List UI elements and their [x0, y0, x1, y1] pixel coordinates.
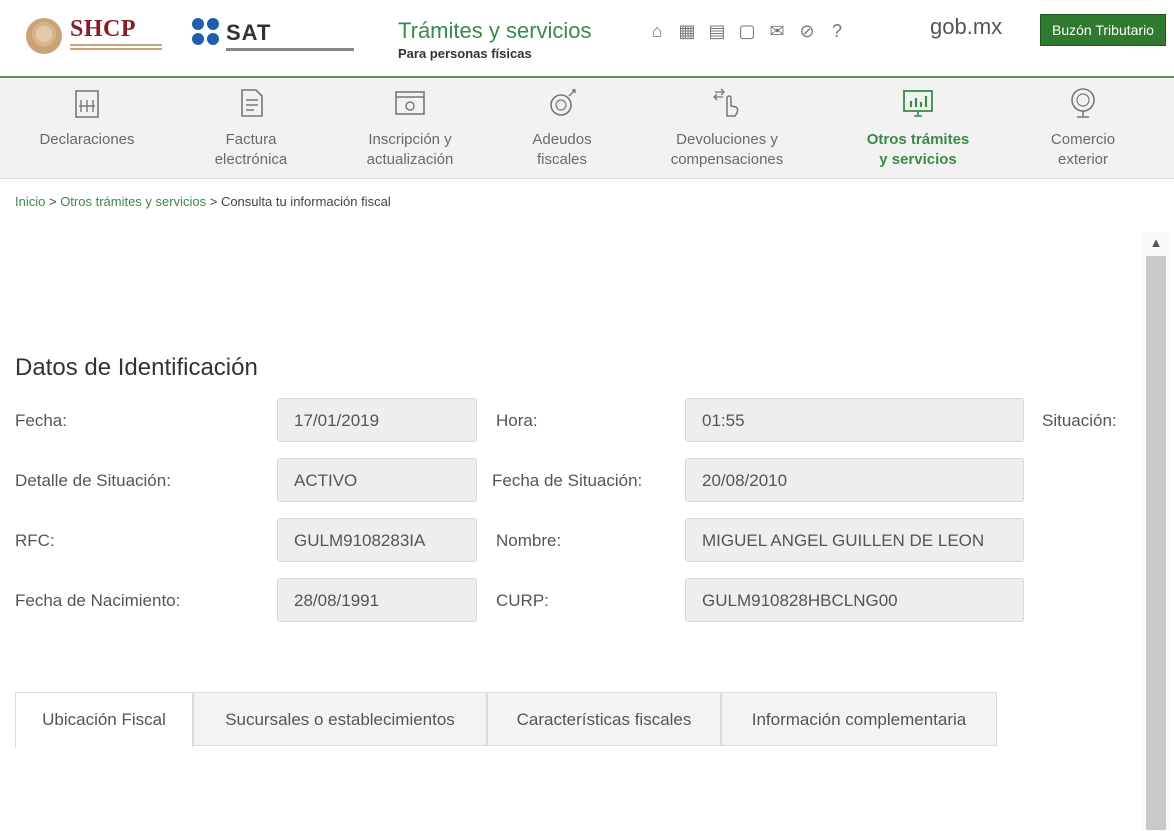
- sat-logo-subtitle: [226, 48, 354, 51]
- rfc-field[interactable]: GULM9108283IA: [277, 518, 477, 562]
- sat-dots-icon: [192, 18, 222, 48]
- fecha-situacion-field[interactable]: 20/08/2010: [685, 458, 1024, 502]
- hora-field[interactable]: 01:55: [685, 398, 1024, 442]
- detalle-situacion-label: Detalle de Situación:: [15, 471, 171, 490]
- shcp-seal-icon: [26, 18, 62, 54]
- sat-logo[interactable]: SAT: [192, 18, 372, 58]
- fecha-field[interactable]: 17/01/2019: [277, 398, 477, 442]
- otros-tramites-icon: [903, 90, 933, 117]
- shcp-logo[interactable]: SHCP: [26, 14, 166, 64]
- nombre-label: Nombre:: [496, 531, 562, 550]
- nav-label-adeudos: Adeudos fiscales: [532, 131, 592, 168]
- nav-item-factura[interactable]: Factura electrónica: [196, 78, 306, 178]
- nav-label-inscripcion: Inscripción y actualización: [366, 131, 454, 168]
- nav-label-otros-tramites: Otros trámites y servicios: [866, 131, 970, 168]
- home-icon[interactable]: ⌂: [646, 20, 668, 42]
- nav-item-otros-tramites[interactable]: Otros trámites y servicios: [844, 78, 992, 178]
- inscripcion-icon: [395, 91, 425, 115]
- curp-field[interactable]: GULM910828HBCLNG00: [685, 578, 1024, 622]
- help-icon[interactable]: ?: [826, 20, 848, 42]
- page-section-subtitle: Para personas físicas: [398, 46, 532, 61]
- fecha-nacimiento-field[interactable]: 28/08/1991: [277, 578, 477, 622]
- comercio-exterior-icon: [1071, 88, 1095, 118]
- nav-item-devoluciones[interactable]: Devoluciones y compensaciones: [652, 78, 802, 178]
- main-nav: Declaraciones Factura electrónica Inscrip…: [0, 78, 1174, 179]
- breadcrumb-separator: >: [206, 194, 221, 209]
- detalle-situacion-field[interactable]: ACTIVO: [277, 458, 477, 502]
- nav-item-inscripcion[interactable]: Inscripción y actualización: [348, 78, 472, 178]
- scroll-up-arrow-icon[interactable]: ▲: [1142, 232, 1170, 254]
- mail-icon[interactable]: ✉: [766, 20, 788, 42]
- section-title: Datos de Identificación: [15, 354, 258, 381]
- tab-ubicacion-fiscal[interactable]: Ubicación Fiscal: [15, 692, 193, 748]
- nav-label-devoluciones: Devoluciones y compensaciones: [670, 131, 784, 168]
- declaraciones-icon: [75, 90, 99, 118]
- fecha-nacimiento-label: Fecha de Nacimiento:: [15, 591, 181, 610]
- top-icon-bar: ⌂ ▦ ▤ ▢ ✉ ⊘ ?: [646, 20, 848, 44]
- nav-item-comercio-exterior[interactable]: Comercio exterior: [1030, 78, 1136, 178]
- adeudos-icon: [550, 89, 576, 116]
- breadcrumb-current: Consulta tu información fiscal: [220, 194, 391, 209]
- fecha-situacion-label: Fecha de Situación:: [492, 471, 643, 490]
- tab-sucursales[interactable]: Sucursales o establecimientos: [193, 692, 487, 746]
- curp-label: CURP:: [496, 591, 549, 610]
- factura-icon: [241, 89, 263, 117]
- nav-item-adeudos[interactable]: Adeudos fiscales: [512, 78, 612, 178]
- breadcrumb: Inicio > Otros trámites y servicios > Co…: [15, 194, 391, 209]
- nav-label-factura: Factura electrónica: [214, 131, 288, 168]
- header: SHCP SAT Trámites y servicios Para perso…: [0, 0, 1174, 78]
- book-icon[interactable]: ▢: [736, 20, 758, 42]
- calendar-grid-icon[interactable]: ▦: [676, 20, 698, 42]
- breadcrumb-inicio[interactable]: Inicio: [15, 194, 45, 209]
- nombre-field[interactable]: MIGUEL ANGEL GUILLEN DE LEON: [685, 518, 1024, 562]
- buzon-tributario-button[interactable]: Buzón Tributario: [1040, 14, 1166, 46]
- scrollbar[interactable]: ▲: [1142, 232, 1170, 831]
- breadcrumb-otros-tramites[interactable]: Otros trámites y servicios: [60, 194, 206, 209]
- fecha-label: Fecha:: [15, 411, 67, 430]
- hora-label: Hora:: [496, 411, 538, 430]
- shcp-logo-text: SHCP: [70, 16, 137, 42]
- nav-item-declaraciones[interactable]: Declaraciones: [26, 78, 148, 178]
- rfc-label: RFC:: [15, 531, 55, 550]
- sat-logo-text: SAT: [226, 20, 272, 45]
- compass-icon[interactable]: ⊘: [796, 20, 818, 42]
- breadcrumb-separator: >: [45, 194, 61, 209]
- situacion-label: Situación:: [1042, 411, 1117, 430]
- nav-label-declaraciones: Declaraciones: [39, 131, 135, 148]
- shcp-logo-subtitle: [70, 44, 162, 52]
- page-section-title[interactable]: Trámites y servicios: [398, 18, 592, 44]
- devoluciones-icon: [713, 88, 739, 117]
- calendar-icon[interactable]: ▤: [706, 20, 728, 42]
- gob-mx-link[interactable]: gob.mx: [930, 14, 1002, 40]
- nav-label-comercio-exterior: Comercio exterior: [1050, 131, 1116, 168]
- tab-caracteristicas-fiscales[interactable]: Características fiscales: [487, 692, 721, 746]
- tab-informacion-complementaria[interactable]: Información complementaria: [721, 692, 997, 746]
- scrollbar-thumb[interactable]: [1146, 256, 1166, 830]
